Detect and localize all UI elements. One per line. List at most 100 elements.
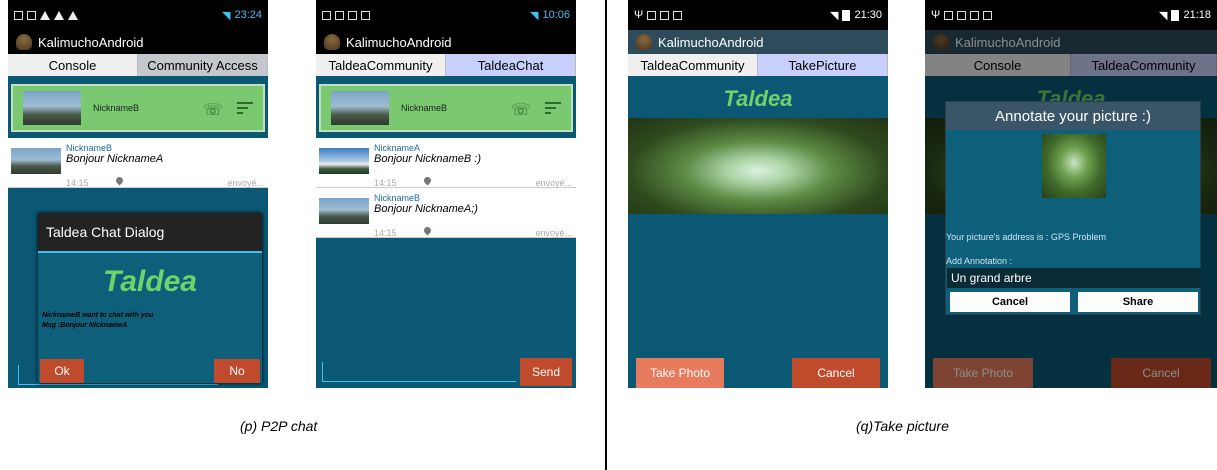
message-status: envoyé... bbox=[227, 178, 264, 188]
status-time: 23:24 bbox=[234, 9, 262, 21]
annotate-cancel-button[interactable]: Cancel bbox=[950, 292, 1070, 312]
message-list: NicknameA Bonjour NicknameB :) 14:15 env… bbox=[316, 138, 576, 238]
status-right: ◥ 10:06 bbox=[530, 9, 570, 22]
picture-address: Your picture's address is : GPS Problem bbox=[946, 232, 1106, 242]
tab-taldea-community[interactable]: TaldeaCommunity bbox=[628, 54, 758, 76]
list-item: NicknameB Bonjour NicknameA;) 14:15 envo… bbox=[316, 188, 576, 238]
notification-icon bbox=[322, 10, 331, 20]
message-input[interactable] bbox=[322, 362, 516, 382]
message-status: envoyé... bbox=[535, 228, 572, 238]
image-icon bbox=[970, 10, 980, 20]
tab-console[interactable]: Console bbox=[8, 54, 138, 76]
annotation-input[interactable]: Un grand arbre bbox=[947, 268, 1201, 288]
warning-icon bbox=[40, 10, 50, 20]
status-time: 21:30 bbox=[854, 9, 882, 21]
annotate-dialog-title: Annotate your picture :) bbox=[946, 102, 1200, 130]
wifi-icon: ◥ bbox=[222, 9, 231, 22]
phone-screen-take-picture: Ψ ◥ 21:30 KalimuchoAndroid TaldeaCommuni… bbox=[628, 0, 888, 388]
phone-screen-annotate: Ψ ◥ 21:18 KalimuchoAndroid Console Talde… bbox=[925, 0, 1217, 388]
message-time: 14:15 bbox=[66, 178, 89, 188]
contact-card[interactable]: NicknameB ☏ bbox=[319, 84, 573, 132]
image-icon bbox=[660, 10, 670, 20]
caption-p2p-chat: (p) P2P chat bbox=[240, 418, 318, 434]
ok-button[interactable]: Ok bbox=[40, 359, 84, 383]
app-bar: KalimuchoAndroid bbox=[8, 30, 268, 54]
wifi-icon: ◥ bbox=[830, 9, 839, 22]
list-item: NicknameB Bonjour NicknameA 14:15 envoyé… bbox=[8, 138, 268, 188]
wifi-icon: ◥ bbox=[530, 9, 539, 22]
sd-card-icon bbox=[647, 10, 657, 20]
annotate-dialog: Annotate your picture :) Your picture's … bbox=[945, 101, 1201, 315]
message-sender: NicknameB bbox=[374, 193, 421, 203]
message-sender: NicknameA bbox=[374, 143, 421, 153]
tab-bar: TaldeaCommunity TaldeaChat bbox=[316, 54, 576, 76]
phone-screen-chat: ◥ 10:06 KalimuchoAndroid TaldeaCommunity… bbox=[316, 0, 576, 388]
status-right: ◥ 23:24 bbox=[222, 9, 262, 22]
list-item: NicknameA Bonjour NicknameB :) 14:15 env… bbox=[316, 138, 576, 188]
phone-icon[interactable]: ☏ bbox=[203, 100, 223, 119]
contact-avatar bbox=[23, 91, 81, 125]
app-logo-icon bbox=[16, 34, 32, 50]
image-icon bbox=[335, 10, 344, 20]
status-bar: ◥ 10:06 bbox=[316, 0, 576, 30]
tab-community-access[interactable]: Community Access bbox=[138, 54, 268, 76]
chat-dialog: Taldea Chat Dialog Taldea NicknameB want… bbox=[38, 213, 262, 383]
battery-icon bbox=[842, 9, 851, 21]
link-icon bbox=[361, 10, 370, 20]
dialog-brand: Taldea bbox=[103, 265, 197, 298]
annotate-thumbnail bbox=[1042, 134, 1106, 198]
tab-taldea-community[interactable]: TaldeaCommunity bbox=[316, 54, 446, 76]
no-button[interactable]: No bbox=[214, 359, 260, 383]
status-right: ◥ 21:30 bbox=[830, 9, 882, 22]
cancel-button[interactable]: Cancel bbox=[792, 358, 880, 388]
battery-icon bbox=[1171, 9, 1180, 21]
tab-bar: TaldeaCommunity TakePicture bbox=[628, 54, 888, 76]
image-icon bbox=[27, 10, 36, 20]
app-bar: KalimuchoAndroid bbox=[628, 30, 888, 54]
menu-icon[interactable] bbox=[237, 99, 253, 117]
message-status: envoyé... bbox=[535, 178, 572, 188]
status-bar: Ψ ◥ 21:30 bbox=[628, 0, 888, 30]
tab-taldea-chat[interactable]: TaldeaChat bbox=[446, 54, 576, 76]
app-bar: KalimuchoAndroid bbox=[316, 30, 576, 54]
phone-screen-chat-dialog: ◥ 23:24 KalimuchoAndroid Console Communi… bbox=[8, 0, 268, 388]
location-pin-icon bbox=[114, 175, 125, 186]
app-logo-icon bbox=[324, 34, 340, 50]
usb-icon: Ψ bbox=[634, 9, 644, 21]
usb-icon: Ψ bbox=[931, 9, 941, 21]
message-text: Bonjour NicknameA bbox=[66, 153, 164, 165]
status-icons bbox=[322, 10, 370, 20]
message-avatar bbox=[319, 198, 369, 224]
send-button[interactable]: Send bbox=[520, 358, 572, 386]
app-title: KalimuchoAndroid bbox=[346, 34, 452, 50]
message-list: NicknameB Bonjour NicknameA 14:15 envoyé… bbox=[8, 138, 268, 188]
dialog-line-2: Msg :Bonjour NicknameA bbox=[42, 322, 128, 329]
status-right: ◥ 21:18 bbox=[1159, 9, 1211, 22]
wifi-icon: ◥ bbox=[1159, 9, 1168, 22]
contact-card[interactable]: NicknameB ☏ bbox=[11, 84, 265, 132]
app-title: KalimuchoAndroid bbox=[658, 34, 764, 50]
sd-card-icon bbox=[957, 10, 967, 20]
location-icon bbox=[944, 10, 954, 20]
tab-take-picture[interactable]: TakePicture bbox=[758, 54, 888, 76]
status-icons: Ψ bbox=[931, 9, 993, 21]
status-bar: ◥ 23:24 bbox=[8, 0, 268, 30]
dialog-line-1: NicknameB want to chat with you bbox=[42, 312, 154, 319]
message-avatar bbox=[11, 148, 61, 174]
contact-name: NicknameB bbox=[93, 103, 140, 113]
location-pin-icon bbox=[422, 175, 433, 186]
captured-photo bbox=[628, 118, 888, 214]
brand-title: Taldea bbox=[723, 86, 793, 111]
phone-icon[interactable]: ☏ bbox=[511, 100, 531, 119]
message-time: 14:15 bbox=[374, 228, 397, 238]
status-icons: Ψ bbox=[634, 9, 683, 21]
message-text: Bonjour NicknameA;) bbox=[374, 203, 478, 215]
status-time: 21:18 bbox=[1183, 9, 1211, 21]
message-time: 14:15 bbox=[374, 178, 397, 188]
take-photo-button[interactable]: Take Photo bbox=[636, 358, 724, 388]
menu-icon[interactable] bbox=[545, 99, 561, 117]
share-button[interactable]: Share bbox=[1078, 292, 1198, 312]
caption-take-picture: (q)Take picture bbox=[856, 418, 949, 434]
add-annotation-label: Add Annotation : bbox=[946, 256, 1013, 266]
app-logo-icon bbox=[636, 34, 652, 50]
